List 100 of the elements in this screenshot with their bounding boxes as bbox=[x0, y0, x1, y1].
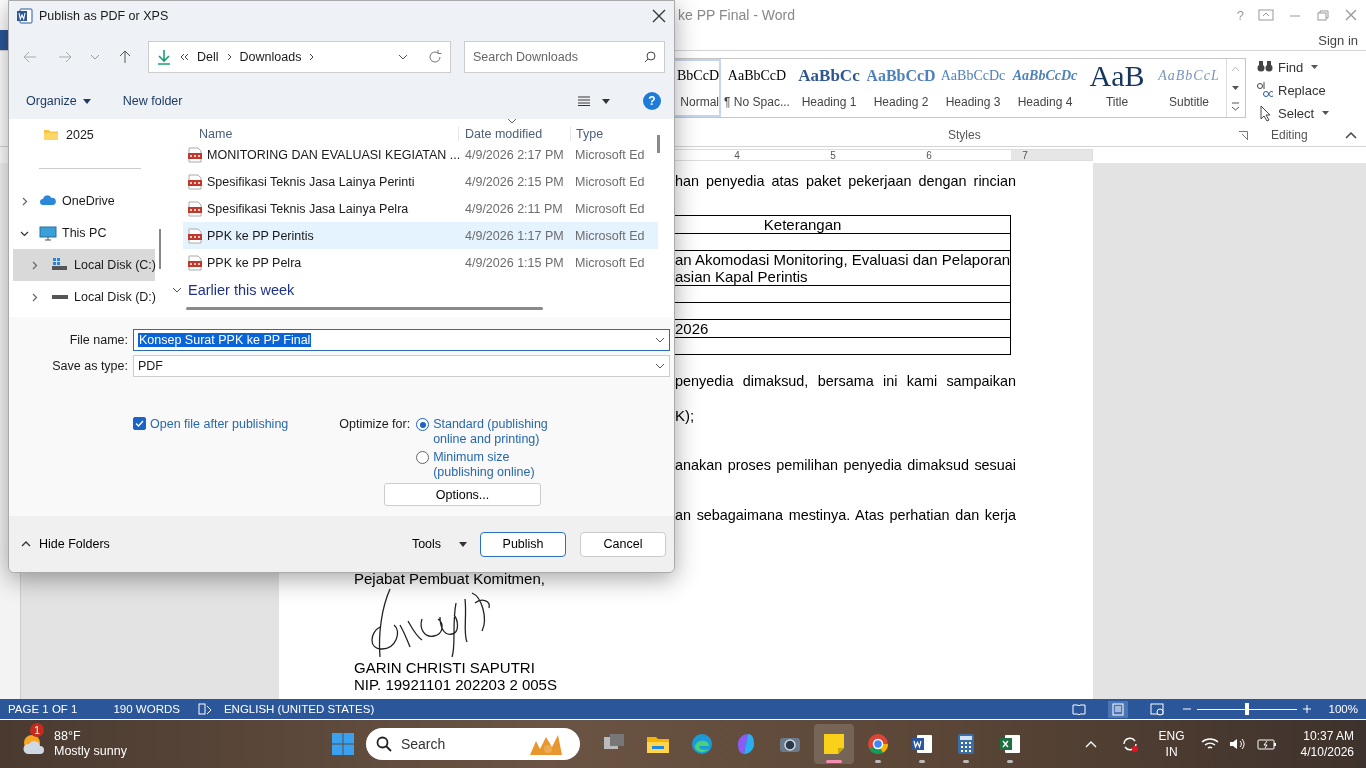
radio-label[interactable]: Standard (publishing online and printing) bbox=[433, 417, 567, 447]
chevron-down-icon bbox=[172, 286, 182, 293]
print-view-button[interactable] bbox=[1107, 700, 1128, 718]
group-header[interactable]: Earlier this week bbox=[172, 276, 660, 303]
address-dropdown-icon[interactable] bbox=[398, 54, 408, 60]
page-count[interactable]: PAGE 1 OF 1 bbox=[8, 703, 78, 715]
radio-label[interactable]: Minimum size (publishing online) bbox=[433, 450, 567, 480]
file-row[interactable]: MONITORING DAN EVALUASI KEGIATAN ... 4/9/2026 2:17 PM Microsoft Ed bbox=[183, 141, 658, 168]
style-preview: AaBbCcDc bbox=[1012, 67, 1078, 85]
temperature[interactable]: 88°F bbox=[54, 729, 127, 744]
clock[interactable]: 10:37 AM 4/10/2026 bbox=[1300, 728, 1354, 760]
style-preview: AaB bbox=[1089, 61, 1145, 91]
file-row[interactable]: Spesifikasi Teknis Jasa Lainya Pelra 4/9/2026 2:11 PM Microsoft Ed bbox=[183, 195, 658, 222]
style-name: Normal bbox=[680, 95, 719, 109]
select-button[interactable]: Select bbox=[1256, 103, 1340, 123]
find-button[interactable]: Find bbox=[1256, 57, 1340, 77]
vertical-scrollbar[interactable] bbox=[657, 135, 660, 153]
taskbar-search[interactable]: Search bbox=[365, 728, 580, 760]
cancel-button[interactable]: Cancel bbox=[580, 531, 667, 557]
breadcrumb[interactable]: Downloads bbox=[239, 50, 302, 64]
column-header[interactable]: Name bbox=[166, 127, 458, 141]
pdf-file-icon bbox=[187, 254, 203, 271]
folder-icon bbox=[43, 127, 61, 143]
show-hidden-icons-chevron-icon[interactable] bbox=[1084, 740, 1097, 748]
style-preview: AaBbCc bbox=[798, 65, 860, 87]
style-name: Subtitle bbox=[1169, 95, 1209, 109]
style-item[interactable]: AaBbCcDc Heading 4 bbox=[1009, 59, 1081, 117]
zoom-level[interactable]: 100% bbox=[1328, 703, 1358, 715]
sticky-notes-taskbar-button[interactable] bbox=[813, 724, 854, 764]
style-name: Heading 4 bbox=[1017, 95, 1073, 109]
folder-tree-item[interactable]: 2025 bbox=[9, 119, 155, 151]
replace-button[interactable]: Replace bbox=[1256, 80, 1340, 100]
style-item[interactable]: AaBbCcDc Heading 3 bbox=[937, 59, 1009, 117]
radio-button[interactable] bbox=[416, 451, 430, 464]
wifi-icon[interactable] bbox=[1200, 737, 1219, 751]
group-label: Editing bbox=[1271, 128, 1308, 142]
address-bar[interactable]: Dell Downloads bbox=[148, 41, 451, 73]
zoom-slider-thumb[interactable] bbox=[1244, 703, 1249, 715]
style-item[interactable]: AaBbCc Heading 1 bbox=[793, 59, 865, 117]
proofing-icon[interactable] bbox=[197, 703, 212, 715]
zoom-in-icon[interactable] bbox=[1302, 705, 1311, 713]
download-icon bbox=[157, 49, 171, 65]
view-list-icon[interactable] bbox=[578, 96, 590, 106]
up-arrow-icon[interactable] bbox=[119, 50, 131, 64]
start-icon[interactable] bbox=[331, 733, 354, 755]
web-view-icon bbox=[1149, 702, 1164, 716]
paragraph-text: penyedia dimaksud, bersama ini kami sampaikan bbox=[675, 373, 1016, 390]
ribbon-display-icon[interactable] bbox=[1258, 9, 1274, 21]
save-type-dropdown[interactable]: PDF bbox=[133, 355, 670, 377]
close-icon[interactable] bbox=[652, 9, 666, 23]
publish-button[interactable]: Publish bbox=[480, 531, 567, 557]
weather-condition[interactable]: Mostly sunny bbox=[54, 744, 127, 759]
dialog-launcher-icon[interactable] bbox=[1239, 131, 1248, 140]
sticky-notes-icon bbox=[821, 732, 846, 756]
ruler-number: 6 bbox=[925, 150, 933, 160]
folder-tree-item[interactable]: OneDrive bbox=[9, 185, 155, 217]
word-count[interactable]: 190 WORDS bbox=[113, 703, 180, 715]
file-name: Spesifikasi Teknis Jasa Lainya Pelra bbox=[207, 201, 409, 216]
breadcrumb[interactable]: Dell bbox=[197, 50, 219, 64]
radio-button[interactable] bbox=[416, 418, 430, 431]
file-row[interactable]: PPK ke PP Pelra 4/9/2026 1:15 PM Microsoft Ed bbox=[183, 249, 658, 276]
tools-button[interactable]: Tools bbox=[411, 537, 468, 551]
folder-tree-item[interactable]: Local Disk (C:) bbox=[13, 249, 155, 281]
hide-folders-button[interactable]: Hide Folders bbox=[21, 537, 110, 551]
sign-in-link[interactable]: Sign in bbox=[1318, 32, 1358, 48]
sync-icon[interactable] bbox=[1120, 735, 1139, 753]
help-button[interactable]: ? bbox=[643, 92, 661, 110]
horizontal-scrollbar[interactable] bbox=[186, 307, 543, 310]
organize-button[interactable]: Organize bbox=[26, 94, 91, 108]
file-row[interactable]: Spesifikasi Teknis Jasa Lainya Perinti 4/9/2026 2:15 PM Microsoft Ed bbox=[183, 168, 658, 195]
table-cell: an Akomodasi Monitoring, Evaluasi dan Pelaporan asian Kapal Perintis bbox=[675, 250, 1011, 286]
zoom-out-icon[interactable] bbox=[1182, 705, 1191, 713]
refresh-icon[interactable] bbox=[428, 50, 442, 64]
folder-tree-item[interactable]: Local Disk (D:) bbox=[13, 281, 155, 313]
folder-tree-item[interactable]: This PC bbox=[9, 217, 155, 249]
style-preview: AaBbCcDc bbox=[940, 67, 1006, 85]
ruler-number: 7 bbox=[1021, 150, 1029, 160]
language-status[interactable]: ENGLISH (UNITED STATES) bbox=[223, 703, 375, 715]
new-folder-button[interactable]: New folder bbox=[122, 94, 183, 108]
open-after-checkbox[interactable]: Open file after publishing bbox=[133, 417, 289, 480]
style-item[interactable]: AaBbCcD ¶ No Spac... bbox=[721, 59, 793, 117]
volume-icon[interactable] bbox=[1228, 737, 1247, 751]
file-name: MONITORING DAN EVALUASI KEGIATAN ... bbox=[207, 147, 461, 162]
options-button[interactable]: Options... bbox=[384, 483, 541, 506]
column-header[interactable]: Date modified bbox=[458, 127, 570, 141]
search-field[interactable]: Search Downloads bbox=[464, 41, 665, 73]
style-item[interactable]: AaB Title bbox=[1081, 59, 1153, 117]
file-row[interactable]: PPK ke PP Perintis 4/9/2026 1:17 PM Microsoft Ed bbox=[183, 222, 658, 249]
style-item[interactable]: AaBbCcD Heading 2 bbox=[865, 59, 937, 117]
file-name: PPK ke PP Perintis bbox=[207, 228, 314, 243]
style-item[interactable]: AaBbCcL Subtitle bbox=[1153, 59, 1225, 117]
collapse-ribbon-icon[interactable] bbox=[1345, 131, 1357, 139]
print-view-icon bbox=[1110, 702, 1125, 716]
battery-charging-icon[interactable] bbox=[1256, 738, 1277, 750]
file-name-field[interactable]: Konsep Surat PPK ke PP Final bbox=[133, 329, 670, 351]
view-options-caret-icon[interactable] bbox=[602, 98, 610, 104]
chevron-up-icon bbox=[21, 541, 31, 547]
input-language[interactable]: ENG IN bbox=[1158, 728, 1185, 760]
overflow-chevrons-icon bbox=[179, 53, 189, 61]
field-label: Save as type: bbox=[51, 359, 129, 373]
